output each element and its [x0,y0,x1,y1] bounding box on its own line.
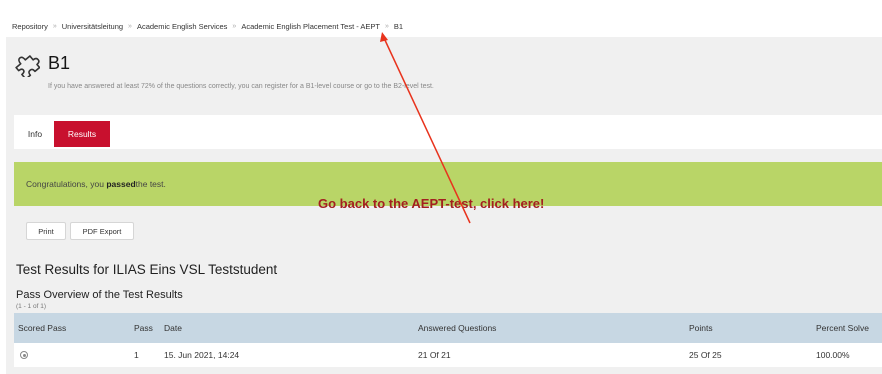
success-message-bold: passed [106,179,136,189]
results-heading: Test Results for ILIAS Eins VSL Teststud… [16,262,278,277]
tab-info[interactable]: Info [20,121,50,147]
column-header-date[interactable]: Date [164,313,182,343]
pass-cell: 1 [134,350,139,360]
page-title: B1 [48,53,71,73]
tabs-bar: Info Results [14,115,882,149]
table-header: Scored Pass Pass Date Answered Questions… [14,313,882,343]
breadcrumb-item-academic-english-services[interactable]: Academic English Services [137,22,227,31]
column-header-percent-solved[interactable]: Percent Solve [816,313,869,343]
breadcrumb-item-universitaetsleitung[interactable]: Universitätsleitung [62,22,123,31]
percent-solved-cell: 100.00% [816,350,850,360]
date-cell: 15. Jun 2021, 14:24 [164,350,240,360]
breadcrumb-item-b1[interactable]: B1 [394,22,403,31]
column-header-points[interactable]: Points [689,313,713,343]
tab-results[interactable]: Results [54,121,110,147]
success-message-prefix: Congratulations, you [26,179,104,189]
title-area: B1 If you have answered at least 72% of … [12,47,872,107]
success-message-suffix: the test. [135,179,166,189]
pagination-range: (1 - 1 of 1) [16,303,46,310]
column-header-pass[interactable]: Pass [134,313,153,343]
breadcrumb-separator: » [385,22,389,30]
results-table: Scored Pass Pass Date Answered Questions… [14,313,882,367]
points-cell: 25 Of 25 [689,350,722,360]
breadcrumb-separator: » [232,22,237,30]
scored-pass-cell [18,343,28,367]
breadcrumb-separator: » [128,22,132,30]
puzzle-icon [14,51,41,80]
pass-overview-heading: Pass Overview of the Test Results [16,289,183,301]
annotation-text: Go back to the AEPT-test, click here! [318,196,545,211]
pdf-export-button[interactable]: PDF Export [70,222,134,240]
breadcrumb: Repository » Universitätsleitung » Acade… [12,16,882,36]
answered-questions-cell: 21 Of 21 [418,350,451,360]
column-header-scored-pass[interactable]: Scored Pass [18,313,66,343]
breadcrumb-item-repository[interactable]: Repository [12,22,48,31]
column-header-answered-questions[interactable]: Answered Questions [418,313,496,343]
breadcrumb-item-aept[interactable]: Academic English Placement Test - AEPT [241,22,380,31]
breadcrumb-separator: » [52,22,57,30]
print-button[interactable]: Print [26,222,66,240]
table-row: 1 15. Jun 2021, 14:24 21 Of 21 25 Of 25 … [14,343,882,367]
radio-icon [20,351,28,359]
page-description: If you have answered at least 72% of the… [48,83,434,90]
